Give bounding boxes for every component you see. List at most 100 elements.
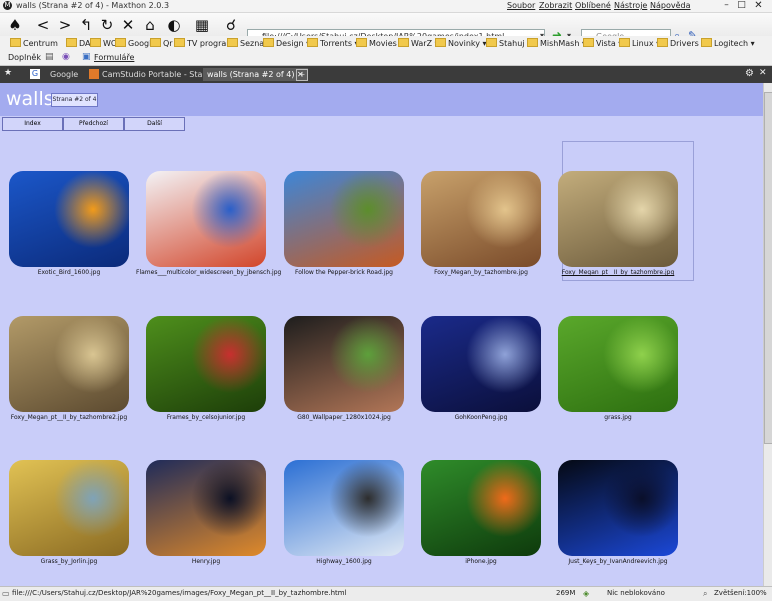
maximize-icon[interactable]: □ xyxy=(735,0,748,11)
bookmarks-bar: Centrum DA WC Google Qr TV program Sezna… xyxy=(0,36,772,50)
memory-usage: 269M xyxy=(556,589,576,597)
stop-icon[interactable]: ✕ xyxy=(119,16,137,34)
gallery-thumb[interactable] xyxy=(284,460,404,556)
new-tab-icon[interactable]: + xyxy=(296,69,308,81)
thumbnail-caption[interactable]: Frames_by_celsojunior.jpg xyxy=(136,414,276,421)
thumbnail-caption[interactable]: grass.jpg xyxy=(548,414,688,421)
tab-google[interactable]: Google xyxy=(46,68,82,81)
forward-icon[interactable]: > xyxy=(56,16,74,34)
folder-icon xyxy=(66,38,77,47)
page-title: walls xyxy=(6,88,54,110)
shield-icon[interactable]: ◈ xyxy=(583,589,589,598)
gallery-thumb[interactable] xyxy=(558,460,678,556)
previous-button[interactable]: Předchozí xyxy=(63,117,124,131)
bookmark-torrents[interactable]: Torrents ▾ xyxy=(307,38,359,48)
zoom-level[interactable]: Zvětšení:100% xyxy=(714,589,767,597)
gallery-thumb[interactable] xyxy=(9,316,129,412)
menu-napoveda[interactable]: Nápověda xyxy=(650,1,691,10)
minimize-icon[interactable]: – xyxy=(720,0,733,11)
plugin-icon[interactable]: ▤ xyxy=(45,52,54,62)
thumbnail-caption[interactable]: Exotic_Bird_1600.jpg xyxy=(0,269,139,276)
gear-icon[interactable]: ⚙ xyxy=(745,68,754,79)
page-icon: ▭ xyxy=(2,589,10,598)
bookmark-novinky[interactable]: Novinky ▾ xyxy=(435,38,487,48)
menu-nastroje[interactable]: Nástroje xyxy=(614,1,647,10)
folder-icon xyxy=(263,38,274,47)
thumbnail-caption[interactable]: Foxy_Megan_pt__II_by_tazhombre.jpg xyxy=(548,269,688,276)
gallery-thumb[interactable] xyxy=(558,171,678,267)
thumbnail-image xyxy=(558,171,678,267)
thumbnail-caption[interactable]: Highway_1600.jpg xyxy=(274,558,414,565)
next-button[interactable]: Další xyxy=(124,117,185,131)
bookmark-centrum[interactable]: Centrum xyxy=(10,38,58,48)
bookmark-qr[interactable]: Qr xyxy=(150,38,173,48)
tab-close-all-icon[interactable]: ✕ xyxy=(759,68,767,78)
bookmark-da[interactable]: DA xyxy=(66,38,91,48)
folder-icon xyxy=(435,38,446,47)
zoom-icon[interactable]: ⌕ xyxy=(703,589,707,599)
gallery-thumb[interactable] xyxy=(421,460,541,556)
gallery-thumb[interactable] xyxy=(146,316,266,412)
thumbnail-caption[interactable]: Foxy_Megan_by_tazhombre.jpg xyxy=(411,269,551,276)
forms-button[interactable]: Formuláře xyxy=(94,53,134,62)
thumbnail-caption[interactable]: Follow the Pepper-brick Road.jpg xyxy=(274,269,414,276)
bookmark-linux[interactable]: Linux ▾ xyxy=(619,38,660,48)
home-icon[interactable]: ⌂ xyxy=(141,16,159,34)
thumbnail-caption[interactable]: Grass_by_Jorlin.jpg xyxy=(0,558,139,565)
maxthon-menu-icon[interactable]: ♠ xyxy=(6,16,24,34)
gallery-thumb[interactable] xyxy=(558,316,678,412)
gallery-thumb[interactable] xyxy=(146,171,266,267)
index-button[interactable]: Index xyxy=(2,117,63,131)
back-icon[interactable]: < xyxy=(34,16,52,34)
bookmark-stahuj[interactable]: Stahuj ▾ xyxy=(486,38,531,48)
gallery-thumb[interactable] xyxy=(284,171,404,267)
thumbnail-caption[interactable]: iPhone.jpg xyxy=(411,558,551,565)
bookmark-drivers[interactable]: Drivers ▾ xyxy=(657,38,705,48)
bookmark-wc[interactable]: WC xyxy=(90,38,117,48)
gallery-thumb[interactable] xyxy=(146,460,266,556)
bookmark-design[interactable]: Design ▾ xyxy=(263,38,310,48)
bookmark-vista[interactable]: Vista ▾ xyxy=(583,38,622,48)
thumbnail-image xyxy=(284,460,404,556)
scrollbar-thumb[interactable] xyxy=(764,92,772,444)
tab-walls[interactable]: walls (Strana #2 of 4) ✕ xyxy=(203,68,308,81)
gallery-thumb[interactable] xyxy=(421,171,541,267)
gallery-thumb[interactable] xyxy=(9,460,129,556)
folder-icon xyxy=(227,38,238,47)
grid-icon[interactable]: ▦ xyxy=(193,16,211,34)
gallery-thumb[interactable] xyxy=(421,316,541,412)
bookmark-tv-program[interactable]: TV program xyxy=(174,38,234,48)
menu-oblibene[interactable]: Oblíbené xyxy=(575,1,611,10)
status-bar: ▭ file:///C:/Users/Stahuj.cz/Desktop/JAR… xyxy=(0,586,772,601)
menu-soubor[interactable]: Soubor xyxy=(507,1,535,10)
search-site-icon[interactable]: ☌ xyxy=(222,16,240,34)
thumbnail-caption[interactable]: Foxy_Megan_pt__II_by_tazhombre2.jpg xyxy=(0,414,139,421)
bookmark-logitech[interactable]: Logitech ▾ xyxy=(701,38,755,48)
star-icon[interactable]: ★ xyxy=(4,68,12,78)
plugins-button[interactable]: Doplněk xyxy=(8,53,41,62)
history-icon[interactable]: ◐ xyxy=(165,16,183,34)
gallery-thumb[interactable] xyxy=(9,171,129,267)
refresh-icon[interactable]: ↻ xyxy=(98,16,116,34)
bookmark-movies[interactable]: Movies ▾ xyxy=(356,38,403,48)
gallery-thumb[interactable] xyxy=(284,316,404,412)
folder-icon xyxy=(398,38,409,47)
block-status[interactable]: Nic neblokováno xyxy=(607,589,665,597)
thumbnail-caption[interactable]: Just_Keys_by_IvanAndreevich.jpg xyxy=(548,558,688,565)
bookmark-mishmash[interactable]: MishMash ▾ xyxy=(527,38,586,48)
folder-icon xyxy=(307,38,318,47)
folder-icon xyxy=(527,38,538,47)
thumbnail-caption[interactable]: G80_Wallpaper_1280x1024.jpg xyxy=(274,414,414,421)
folder-icon xyxy=(356,38,367,47)
forms-icon[interactable]: ▣ xyxy=(82,52,91,62)
plugin-2-icon[interactable]: ◉ xyxy=(62,52,70,62)
thumbnail-caption[interactable]: Henry.jpg xyxy=(136,558,276,565)
window-title: walls (Strana #2 of 4) - Maxthon 2.0.3 xyxy=(16,1,170,10)
menu-zobrazit[interactable]: Zobrazit xyxy=(539,1,572,10)
thumbnail-caption[interactable]: GohKoonPeng.jpg xyxy=(411,414,551,421)
bookmark-warz[interactable]: WarZ ▾ xyxy=(398,38,439,48)
undo-close-icon[interactable]: ↰ xyxy=(77,16,95,34)
thumbnail-caption[interactable]: Flames___multicolor_widescreen_by_jbensc… xyxy=(136,269,281,276)
close-icon[interactable]: ✕ xyxy=(752,0,765,11)
folder-icon xyxy=(90,38,101,47)
